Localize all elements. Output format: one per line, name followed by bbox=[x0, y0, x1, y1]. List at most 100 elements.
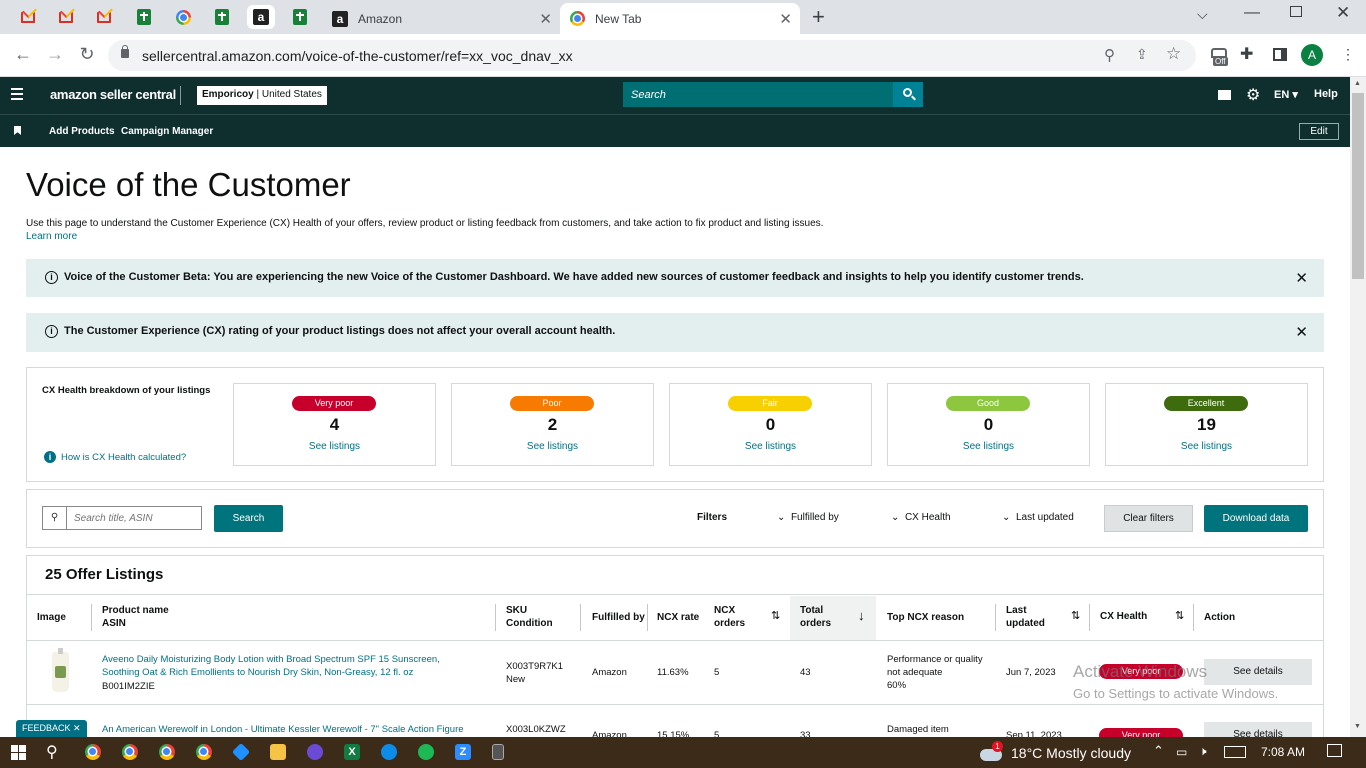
file-explorer-icon[interactable] bbox=[270, 744, 286, 760]
window-close-button[interactable]: ✕ bbox=[1336, 3, 1350, 23]
col-sku[interactable]: SKU Condition bbox=[506, 604, 553, 630]
gmail-tab-icon[interactable] bbox=[52, 5, 80, 29]
see-listings-link[interactable]: See listings bbox=[1106, 441, 1307, 452]
nav-add-products[interactable]: Add Products bbox=[49, 126, 115, 137]
bookmark-icon[interactable] bbox=[14, 126, 21, 135]
header-line: NCX bbox=[714, 605, 736, 616]
see-listings-link[interactable]: See listings bbox=[670, 441, 871, 452]
calculator-icon[interactable] bbox=[492, 744, 504, 760]
col-last-updated[interactable]: Last updated bbox=[1006, 604, 1045, 630]
tab-new-tab[interactable]: New Tab ✕ bbox=[560, 3, 800, 34]
learn-more-link[interactable]: Learn more bbox=[26, 231, 77, 242]
spotify-icon[interactable] bbox=[418, 744, 434, 760]
share-icon[interactable]: ⇪ bbox=[1136, 46, 1148, 63]
minimize-button[interactable]: — bbox=[1244, 4, 1260, 22]
back-icon[interactable]: ← bbox=[12, 44, 34, 65]
edit-nav-button[interactable]: Edit bbox=[1299, 123, 1339, 140]
sheets-tab-icon[interactable] bbox=[286, 5, 314, 29]
zoom-icon[interactable]: ⚲ bbox=[1104, 46, 1115, 64]
filter-label: Fulfilled by bbox=[790, 512, 839, 523]
close-icon[interactable]: ✕ bbox=[1295, 269, 1308, 287]
filter-last-updated[interactable]: ⌄ Last updated bbox=[1002, 512, 1074, 523]
tab-amazon[interactable]: a Amazon ✕ bbox=[322, 3, 560, 34]
sheets-tab-icon[interactable] bbox=[130, 5, 158, 29]
see-listings-link[interactable]: See listings bbox=[234, 441, 435, 452]
side-panel-icon[interactable] bbox=[1273, 48, 1287, 61]
account-switcher[interactable]: Emporicoy | United States bbox=[197, 86, 327, 105]
bookmark-star-icon[interactable]: ☆ bbox=[1166, 44, 1181, 64]
col-total-orders[interactable]: Total orders bbox=[800, 604, 831, 630]
sheets-tab-icon[interactable] bbox=[208, 5, 236, 29]
notifications-icon[interactable] bbox=[1327, 744, 1342, 757]
chrome-icon[interactable] bbox=[85, 744, 101, 760]
forward-icon[interactable]: → bbox=[44, 44, 66, 65]
listing-search-input[interactable] bbox=[66, 506, 202, 530]
language-select[interactable]: EN ▾ bbox=[1274, 88, 1298, 101]
close-icon[interactable]: ✕ bbox=[779, 10, 792, 28]
chrome-icon[interactable] bbox=[122, 744, 138, 760]
restore-button[interactable] bbox=[1290, 6, 1302, 17]
feedback-button[interactable]: FEEDBACK ✕ bbox=[16, 720, 87, 738]
search-button[interactable]: Search bbox=[214, 505, 283, 532]
omnibox[interactable]: sellercentral.amazon.com/voice-of-the-cu… bbox=[108, 40, 1196, 71]
seller-central-logo[interactable]: amazon seller central bbox=[50, 87, 176, 102]
sort-icon[interactable]: ⇅ bbox=[1071, 609, 1080, 622]
new-tab-button[interactable]: + bbox=[812, 4, 825, 30]
col-fulfilled[interactable]: Fulfilled by bbox=[592, 611, 645, 624]
volume-icon[interactable]: 🕨 bbox=[1199, 744, 1207, 759]
sort-icon[interactable]: ⇅ bbox=[771, 609, 780, 622]
mail-icon[interactable] bbox=[1218, 90, 1231, 100]
excel-icon[interactable]: X bbox=[344, 744, 360, 760]
extensions-puzzle-icon[interactable]: ✚ bbox=[1240, 44, 1253, 64]
col-ncx-rate[interactable]: NCX rate bbox=[657, 611, 699, 624]
col-action: Action bbox=[1204, 612, 1236, 623]
gmail-tab-icon[interactable] bbox=[90, 5, 118, 29]
keyboard-icon[interactable] bbox=[1224, 746, 1246, 758]
chrome-icon[interactable] bbox=[159, 744, 175, 760]
extension-off-icon[interactable]: Off bbox=[1210, 48, 1230, 68]
clear-filters-button[interactable]: Clear filters bbox=[1104, 505, 1193, 532]
page-scrollbar[interactable]: ▲ ▼ bbox=[1350, 77, 1366, 737]
zoom-app-icon[interactable]: Z bbox=[455, 744, 471, 760]
sort-desc-icon[interactable]: ↓ bbox=[858, 608, 865, 623]
filter-cx-health[interactable]: ⌄ CX Health bbox=[891, 512, 951, 523]
amazon-tab-icon[interactable]: a bbox=[247, 5, 275, 29]
col-cx-health[interactable]: CX Health bbox=[1100, 610, 1147, 623]
product-name-link[interactable]: An American Werewolf in London - Ultimat… bbox=[102, 723, 464, 736]
header-search-button[interactable] bbox=[893, 82, 923, 107]
tray-chevron-icon[interactable]: ⌃ bbox=[1153, 743, 1164, 759]
health-card-good: Good 0 See listings bbox=[887, 383, 1090, 466]
browser-menu-icon[interactable]: ⋮ bbox=[1341, 46, 1355, 63]
media-icon[interactable] bbox=[307, 744, 323, 760]
close-icon[interactable]: ✕ bbox=[1295, 323, 1308, 341]
header-search-input[interactable]: Search bbox=[623, 82, 893, 107]
nav-campaign-manager[interactable]: Campaign Manager bbox=[121, 126, 213, 137]
download-data-button[interactable]: Download data bbox=[1204, 505, 1308, 532]
search-icon[interactable]: ⚲ bbox=[46, 742, 58, 762]
google-tab-icon[interactable] bbox=[169, 5, 197, 29]
col-ncx-orders[interactable]: NCX orders bbox=[714, 604, 745, 630]
how-calculated-link[interactable]: How is CX Health calculated? bbox=[61, 452, 186, 463]
filter-fulfilled-by[interactable]: ⌄ Fulfilled by bbox=[777, 512, 839, 523]
sort-icon[interactable]: ⇅ bbox=[1175, 609, 1184, 622]
hamburger-menu-icon[interactable] bbox=[11, 88, 23, 100]
close-icon[interactable]: ✕ bbox=[539, 10, 552, 28]
tab-search-icon[interactable]: ⌵ bbox=[1197, 6, 1208, 23]
clock[interactable]: 7:08 AM bbox=[1261, 745, 1305, 759]
see-listings-link[interactable]: See listings bbox=[888, 441, 1089, 452]
see-details-button[interactable]: See details bbox=[1204, 659, 1312, 685]
network-icon[interactable]: ▭ bbox=[1176, 745, 1187, 759]
chrome-icon[interactable] bbox=[196, 744, 212, 760]
filters-label: Filters bbox=[697, 512, 728, 523]
gmail-tab-icon[interactable] bbox=[14, 5, 42, 29]
windows-start-icon[interactable] bbox=[11, 745, 26, 760]
reload-icon[interactable]: ↻ bbox=[76, 44, 98, 65]
product-name-link[interactable]: Aveeno Daily Moisturizing Body Lotion wi… bbox=[102, 653, 440, 679]
col-product[interactable]: Product name ASIN bbox=[102, 604, 169, 630]
see-listings-link[interactable]: See listings bbox=[452, 441, 653, 452]
help-link[interactable]: Help bbox=[1314, 88, 1338, 100]
weather-text[interactable]: 18°C Mostly cloudy bbox=[1011, 745, 1131, 761]
edge-icon[interactable] bbox=[381, 744, 397, 760]
profile-avatar[interactable]: A bbox=[1301, 44, 1323, 66]
settings-gear-icon[interactable]: ⚙ bbox=[1246, 85, 1260, 105]
